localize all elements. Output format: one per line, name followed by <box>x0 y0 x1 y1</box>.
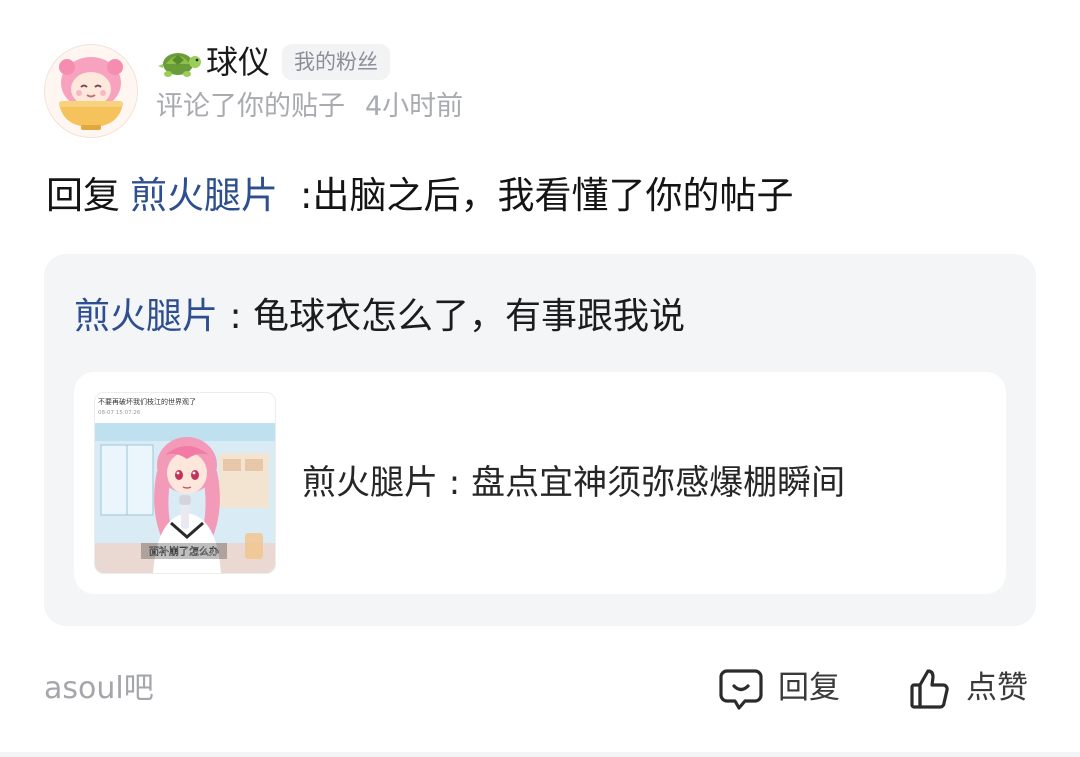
comment-body: :出脑之后，我看懂了你的帖子 <box>300 174 794 217</box>
thumbs-up-icon <box>910 669 949 709</box>
activity-line: 评论了你的贴子 4小时前 <box>156 88 463 126</box>
quoted-comment-card[interactable]: 煎火腿片 : 龟球衣怎么了，有事跟我说 不要再破坏我们枝江的世界观了 08-07… <box>44 254 1036 626</box>
post-thumbnail: 不要再破坏我们枝江的世界观了 08-07 15:07:26 面补崩了怎么办 <box>94 392 276 574</box>
quoted-comment: 煎火腿片 : 龟球衣怎么了，有事跟我说 <box>74 292 685 342</box>
thumbnail-date: 08-07 15:07:26 <box>98 410 141 416</box>
avatar-image <box>45 45 137 137</box>
like-label: 点赞 <box>966 670 1028 706</box>
chat-bubble-icon <box>719 669 763 710</box>
like-button[interactable]: 点赞 <box>906 664 1028 712</box>
name-row: 球仪 我的粉丝 <box>156 40 391 84</box>
thumbnail-image: 不要再破坏我们枝江的世界观了 08-07 15:07:26 面补崩了怎么办 <box>95 393 275 573</box>
turtle-icon <box>158 53 201 77</box>
activity-text: 评论了你的贴子 <box>156 91 345 122</box>
reply-label: 回复 <box>778 670 840 706</box>
reply-button[interactable]: 回复 <box>718 664 840 712</box>
quoted-text: : 龟球衣怎么了，有事跟我说 <box>218 296 686 337</box>
avatar[interactable] <box>44 44 138 138</box>
post-title[interactable]: 煎火腿片 : 盘点宜神须弥感爆棚瞬间 <box>302 460 845 506</box>
quoted-author[interactable]: 煎火腿片 <box>74 296 218 337</box>
divider <box>0 752 1080 757</box>
timestamp: 4小时前 <box>365 91 464 122</box>
username[interactable]: 球仪 <box>206 40 270 84</box>
thumbnail-caption-top: 不要再破坏我们枝江的世界观了 <box>98 397 196 406</box>
fan-badge: 我的粉丝 <box>282 44 391 80</box>
reply-prefix: 回复 <box>46 174 120 217</box>
comment-text[interactable]: 回复 煎火腿片 :出脑之后，我看懂了你的帖子 <box>46 170 793 222</box>
thumbnail-subtitle: 面补崩了怎么办 <box>149 545 219 558</box>
original-post-card[interactable]: 不要再破坏我们枝江的世界观了 08-07 15:07:26 面补崩了怎么办 煎火… <box>74 372 1006 594</box>
mention-link[interactable]: 煎火腿片 <box>130 174 278 217</box>
forum-name[interactable]: asoul吧 <box>44 668 154 710</box>
